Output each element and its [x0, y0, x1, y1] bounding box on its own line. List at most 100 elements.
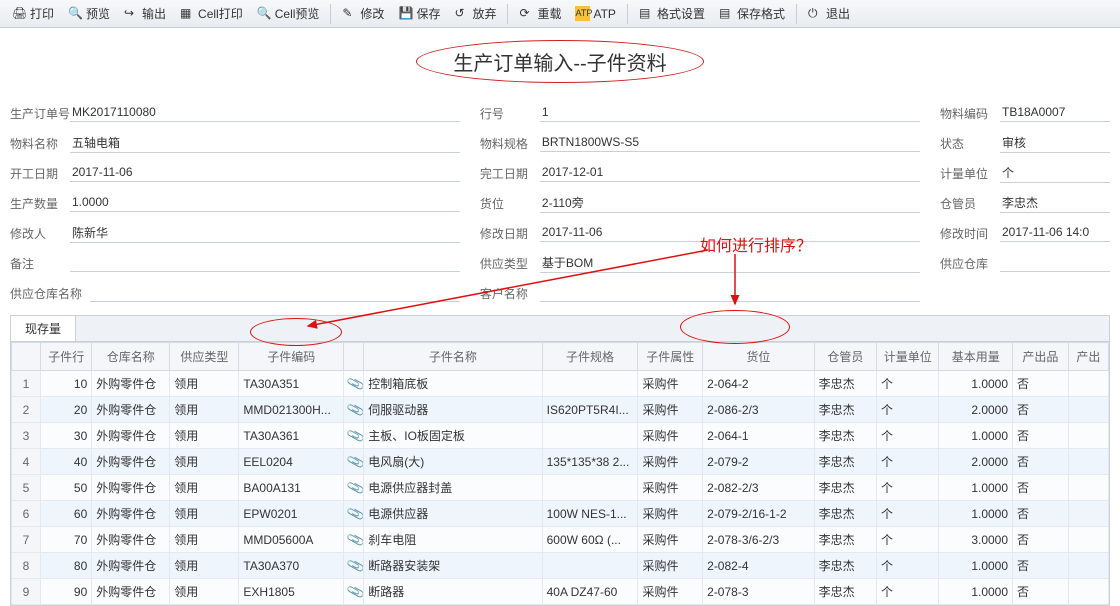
- cust-name-field[interactable]: [540, 284, 920, 302]
- supply-wh-name-field[interactable]: [90, 284, 460, 302]
- cell-warehouse: 外购零件仓: [92, 475, 170, 501]
- save-format-button[interactable]: ▤保存格式: [713, 3, 791, 24]
- col-keeper[interactable]: 仓管员: [814, 343, 876, 371]
- print-button[interactable]: 🖨打印: [6, 3, 60, 24]
- modify-button[interactable]: ✎修改: [336, 3, 390, 24]
- table-row[interactable]: 990外购零件仓领用EXH1805📎断路器40A DZ47-60采购件2-078…: [12, 579, 1109, 605]
- supply-wh-field[interactable]: [1000, 254, 1110, 272]
- cell-attach[interactable]: 📎: [344, 449, 364, 475]
- cell-output: 否: [1013, 397, 1069, 423]
- col-attach[interactable]: [344, 343, 364, 371]
- cell-rownum: 6: [12, 501, 41, 527]
- cell-rownum: 3: [12, 423, 41, 449]
- col-output2[interactable]: 产出: [1068, 343, 1108, 371]
- col-uom[interactable]: 计量单位: [877, 343, 939, 371]
- cell-location: 2-064-1: [703, 423, 814, 449]
- mat-spec-field[interactable]: BRTN1800WS-S5: [540, 134, 920, 152]
- header-form: 生产订单号MK2017110080 物料名称五轴电箱 开工日期2017-11-0…: [0, 101, 1120, 305]
- toolbar-sep: [330, 4, 331, 24]
- cell-attach[interactable]: 📎: [344, 501, 364, 527]
- col-location[interactable]: 货位: [703, 343, 814, 371]
- toolbar: 🖨打印 🔍预览 ↪输出 ▦Cell打印 🔍Cell预览 ✎修改 💾保存 ↺放弃 …: [0, 0, 1120, 28]
- col-child-spec[interactable]: 子件规格: [542, 343, 638, 371]
- cell-uom: 个: [877, 579, 939, 605]
- cell-preview-button[interactable]: 🔍Cell预览: [251, 3, 326, 24]
- col-child-name[interactable]: 子件名称: [364, 343, 542, 371]
- status-field[interactable]: 审核: [1000, 133, 1110, 153]
- mod-date-field[interactable]: 2017-11-06: [540, 224, 920, 242]
- tab-stock[interactable]: 现存量: [11, 316, 76, 341]
- save-button[interactable]: 💾保存: [392, 3, 446, 24]
- col-warehouse[interactable]: 仓库名称: [92, 343, 170, 371]
- table-row[interactable]: 440外购零件仓领用EEL0204📎电风扇(大)135*135*38 2...采…: [12, 449, 1109, 475]
- grid-header-row: 子件行 仓库名称 供应类型 子件编码 子件名称 子件规格 子件属性 货位 仓管员…: [12, 343, 1109, 371]
- cell-attach[interactable]: 📎: [344, 579, 364, 605]
- table-row[interactable]: 110外购零件仓领用TA30A351📎控制箱底板采购件2-064-2李忠杰个1.…: [12, 371, 1109, 397]
- table-row[interactable]: 770外购零件仓领用MMD05600A📎刹车电阻600W 60Ω (...采购件…: [12, 527, 1109, 553]
- remark-field[interactable]: [70, 254, 460, 272]
- table-row[interactable]: 330外购零件仓领用TA30A361📎主板、IO板固定板采购件2-064-1李忠…: [12, 423, 1109, 449]
- col-rownum[interactable]: [12, 343, 41, 371]
- cell-attach[interactable]: 📎: [344, 527, 364, 553]
- status-label: 状态: [940, 135, 1000, 152]
- cell-child-attr: 采购件: [638, 501, 703, 527]
- mat-spec-label: 物料规格: [480, 135, 540, 152]
- cell-child-line: 80: [40, 553, 91, 579]
- cell-child-code: TA30A351: [239, 371, 344, 397]
- paperclip-icon: 📎: [346, 373, 364, 394]
- supply-type-field[interactable]: 基于BOM: [540, 253, 920, 273]
- cell-supply-type: 领用: [170, 449, 239, 475]
- atp-button[interactable]: ATPATP: [569, 4, 621, 23]
- mat-name-label: 物料名称: [10, 135, 70, 152]
- col-child-attr[interactable]: 子件属性: [638, 343, 703, 371]
- exit-button[interactable]: ⏻退出: [802, 3, 856, 24]
- save-format-icon: ▤: [719, 6, 734, 21]
- cell-child-name: 控制箱底板: [364, 371, 542, 397]
- mat-code-field[interactable]: TB18A0007: [1000, 104, 1110, 122]
- col-child-line[interactable]: 子件行: [40, 343, 91, 371]
- mat-name-field[interactable]: 五轴电箱: [70, 133, 460, 153]
- cell-print-button[interactable]: ▦Cell打印: [174, 3, 249, 24]
- uom-field[interactable]: 个: [1000, 163, 1110, 183]
- reload-button[interactable]: ⟳重载: [513, 3, 567, 24]
- cell-warehouse: 外购零件仓: [92, 579, 170, 605]
- table-row[interactable]: 220外购零件仓领用MMD021300H...📎伺服驱动器IS620PT5R4I…: [12, 397, 1109, 423]
- end-date-field[interactable]: 2017-12-01: [540, 164, 920, 182]
- release-button[interactable]: ↺放弃: [448, 3, 502, 24]
- table-row[interactable]: 660外购零件仓领用EPW0201📎电源供应器100W NES-1...采购件2…: [12, 501, 1109, 527]
- reload-icon: ⟳: [519, 6, 534, 21]
- save-icon: 💾: [398, 6, 413, 21]
- keeper-field[interactable]: 李忠杰: [1000, 193, 1110, 213]
- line-no-label: 行号: [480, 105, 540, 122]
- format-set-button[interactable]: ▤格式设置: [633, 3, 711, 24]
- col-output[interactable]: 产出品: [1013, 343, 1069, 371]
- cell-attach[interactable]: 📎: [344, 397, 364, 423]
- col-child-code[interactable]: 子件编码: [239, 343, 344, 371]
- cell-attach[interactable]: 📎: [344, 423, 364, 449]
- loc-field[interactable]: 2-110旁: [540, 193, 920, 213]
- cell-rownum: 2: [12, 397, 41, 423]
- table-row[interactable]: 550外购零件仓领用BA00A131📎电源供应器封盖采购件2-082-2/3李忠…: [12, 475, 1109, 501]
- start-date-field[interactable]: 2017-11-06: [70, 164, 460, 182]
- paperclip-icon: 📎: [346, 451, 364, 472]
- col-supply-type[interactable]: 供应类型: [170, 343, 239, 371]
- modifier-field[interactable]: 陈新华: [70, 223, 460, 243]
- cell-attach[interactable]: 📎: [344, 553, 364, 579]
- line-no-field[interactable]: 1: [540, 104, 920, 122]
- preview-button[interactable]: 🔍预览: [62, 3, 116, 24]
- format-set-label: 格式设置: [657, 5, 705, 22]
- cell-child-line: 70: [40, 527, 91, 553]
- order-no-field[interactable]: MK2017110080: [70, 104, 460, 122]
- cell-uom: 个: [877, 475, 939, 501]
- qty-field[interactable]: 1.0000: [70, 194, 460, 212]
- cell-attach[interactable]: 📎: [344, 371, 364, 397]
- table-row[interactable]: 880外购零件仓领用TA30A370📎断路器安装架采购件2-082-4李忠杰个1…: [12, 553, 1109, 579]
- col-base-qty[interactable]: 基本用量: [939, 343, 1013, 371]
- cell-supply-type: 领用: [170, 397, 239, 423]
- export-button[interactable]: ↪输出: [118, 3, 172, 24]
- cell-attach[interactable]: 📎: [344, 475, 364, 501]
- atp-icon: ATP: [575, 6, 590, 21]
- supply-wh-label: 供应仓库: [940, 255, 1000, 272]
- cell-keeper: 李忠杰: [814, 501, 876, 527]
- mod-time-field[interactable]: 2017-11-06 14:0: [1000, 224, 1110, 242]
